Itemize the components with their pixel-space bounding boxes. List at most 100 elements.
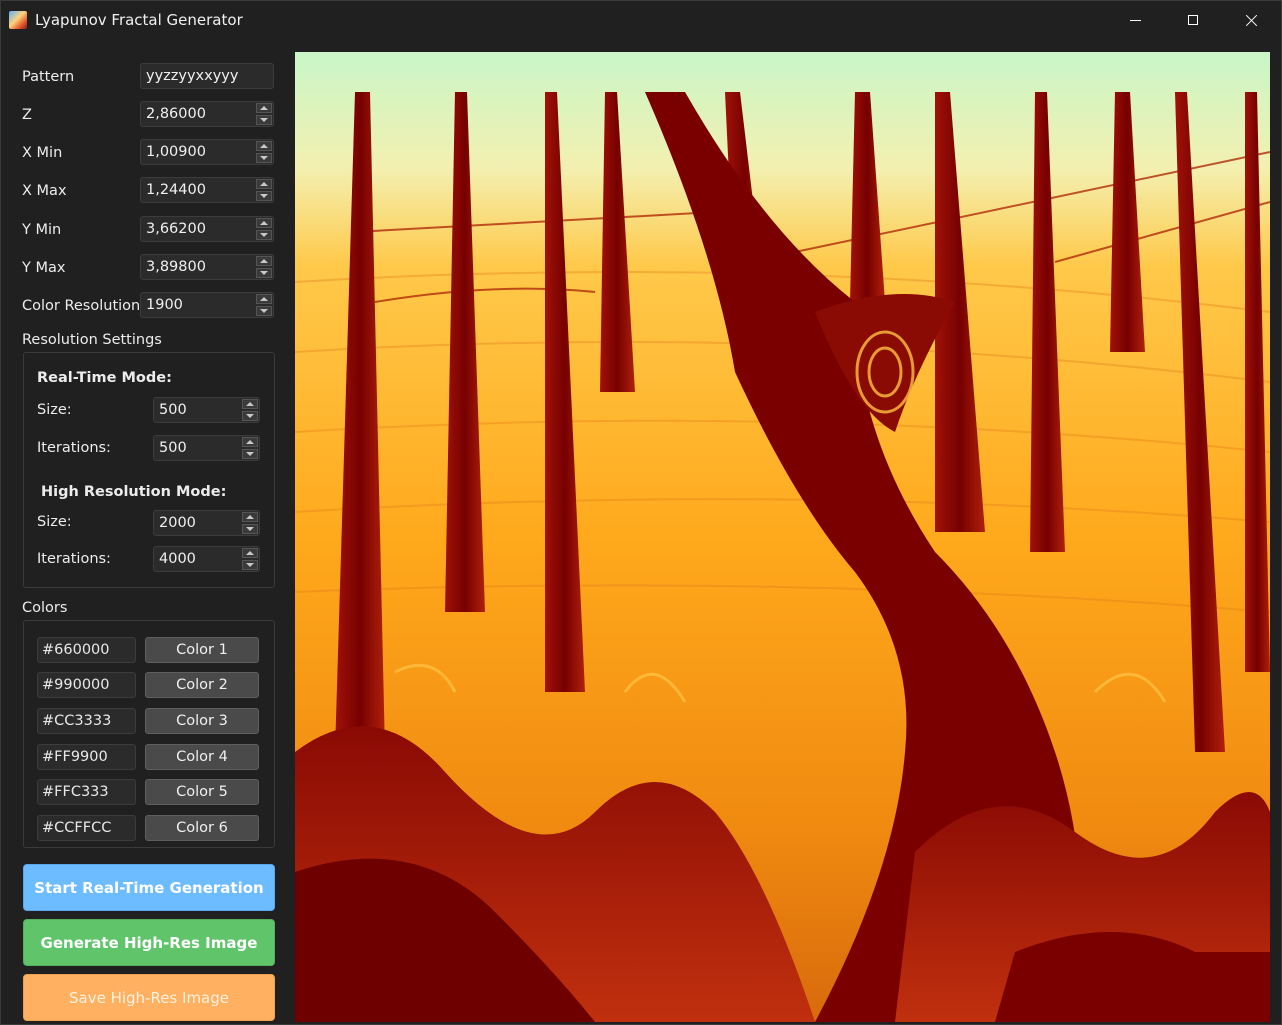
chevron-down-icon (260, 271, 268, 275)
chevron-down-icon (260, 309, 268, 313)
resolution-settings-heading: Resolution Settings (22, 332, 162, 348)
chevron-up-icon (260, 297, 268, 301)
chevron-down-icon (246, 414, 254, 418)
realtime-size-decrement-button[interactable] (242, 411, 258, 421)
chevron-up-icon (246, 515, 254, 519)
color-2-hex-input[interactable]: #990000 (37, 672, 136, 698)
color-6-button[interactable]: Color 6 (145, 815, 259, 841)
color-2-button[interactable]: Color 2 (145, 672, 259, 698)
color-4-hex: #FF9900 (42, 749, 108, 765)
realtime-iterations-decrement-button[interactable] (242, 449, 258, 459)
y-max-increment-button[interactable] (256, 256, 272, 266)
y-min-stepper[interactable] (256, 218, 272, 240)
maximize-button[interactable] (1164, 1, 1222, 39)
x-max-label: X Max (22, 183, 67, 199)
highres-iterations-stepper[interactable] (242, 548, 258, 570)
chevron-up-icon (260, 182, 268, 186)
color-resolution-value: 1900 (146, 297, 183, 313)
x-max-increment-button[interactable] (256, 179, 272, 189)
y-min-label: Y Min (22, 222, 62, 238)
chevron-up-icon (260, 259, 268, 263)
color-1-hex-input[interactable]: #660000 (37, 637, 136, 663)
realtime-iterations-input[interactable]: 500 (153, 435, 260, 461)
realtime-iterations-increment-button[interactable] (242, 437, 258, 447)
color-resolution-input[interactable]: 1900 (140, 292, 274, 318)
color-resolution-increment-button[interactable] (256, 294, 272, 304)
z-value: 2,86000 (146, 106, 206, 122)
pattern-label: Pattern (22, 69, 75, 85)
color-3-button[interactable]: Color 3 (145, 708, 259, 734)
color-2-hex: #990000 (42, 677, 110, 693)
realtime-iterations-label: Iterations: (37, 440, 111, 456)
x-min-stepper[interactable] (256, 141, 272, 163)
realtime-iterations-stepper[interactable] (242, 437, 258, 459)
save-highres-button[interactable]: Save High-Res Image (23, 974, 275, 1021)
chevron-up-icon (260, 221, 268, 225)
color-3-hex: #CC3333 (42, 713, 112, 729)
fractal-image[interactable] (295, 52, 1270, 1022)
y-min-increment-button[interactable] (256, 218, 272, 228)
y-max-value: 3,89800 (146, 259, 206, 275)
app-window: Lyapunov Fractal Generator Pattern yyzzy… (0, 0, 1282, 1025)
minimize-button[interactable] (1106, 1, 1164, 39)
window-title: Lyapunov Fractal Generator (35, 11, 243, 29)
highres-iterations-decrement-button[interactable] (242, 560, 258, 570)
color-resolution-label: Color Resolution (22, 298, 141, 314)
x-min-decrement-button[interactable] (256, 153, 272, 163)
x-min-input[interactable]: 1,00900 (140, 139, 274, 165)
realtime-size-stepper[interactable] (242, 399, 258, 421)
highres-size-stepper[interactable] (242, 512, 258, 534)
z-input[interactable]: 2,86000 (140, 101, 274, 127)
realtime-size-input[interactable]: 500 (153, 397, 260, 423)
color-5-hex: #FFC333 (42, 784, 109, 800)
title-bar[interactable]: Lyapunov Fractal Generator (1, 1, 1281, 39)
color-5-hex-input[interactable]: #FFC333 (37, 779, 136, 805)
highres-size-value: 2000 (159, 515, 196, 531)
z-stepper[interactable] (256, 103, 272, 125)
x-max-input[interactable]: 1,24400 (140, 177, 274, 203)
highres-iterations-label: Iterations: (37, 551, 111, 567)
x-max-decrement-button[interactable] (256, 191, 272, 201)
highres-mode-heading: High Resolution Mode: (41, 484, 227, 500)
color-4-hex-input[interactable]: #FF9900 (37, 744, 136, 770)
x-min-increment-button[interactable] (256, 141, 272, 151)
chevron-up-icon (246, 551, 254, 555)
chevron-down-icon (246, 527, 254, 531)
fractal-render (295, 52, 1270, 1022)
highres-size-decrement-button[interactable] (242, 524, 258, 534)
x-max-stepper[interactable] (256, 179, 272, 201)
realtime-mode-heading: Real-Time Mode: (37, 370, 172, 386)
highres-iterations-input[interactable]: 4000 (153, 546, 260, 572)
highres-iterations-increment-button[interactable] (242, 548, 258, 558)
color-6-hex-input[interactable]: #CCFFCC (37, 815, 136, 841)
close-button[interactable] (1222, 1, 1280, 39)
color-1-hex: #660000 (42, 642, 110, 658)
color-4-button[interactable]: Color 4 (145, 744, 259, 770)
colors-heading: Colors (22, 600, 68, 616)
color-3-hex-input[interactable]: #CC3333 (37, 708, 136, 734)
realtime-size-increment-button[interactable] (242, 399, 258, 409)
x-min-value: 1,00900 (146, 144, 206, 160)
chevron-up-icon (246, 440, 254, 444)
x-min-label: X Min (22, 145, 63, 161)
y-min-input[interactable]: 3,66200 (140, 216, 274, 242)
minimize-icon (1129, 19, 1141, 21)
highres-size-increment-button[interactable] (242, 512, 258, 522)
generate-highres-button[interactable]: Generate High-Res Image (23, 919, 275, 966)
color-5-button[interactable]: Color 5 (145, 779, 259, 805)
color-resolution-stepper[interactable] (256, 294, 272, 316)
z-increment-button[interactable] (256, 103, 272, 113)
chevron-down-icon (246, 452, 254, 456)
y-max-input[interactable]: 3,89800 (140, 254, 274, 280)
y-max-stepper[interactable] (256, 256, 272, 278)
start-realtime-button[interactable]: Start Real-Time Generation (23, 864, 275, 911)
z-decrement-button[interactable] (256, 115, 272, 125)
pattern-input[interactable]: yyzzyyxxyyy (140, 63, 274, 89)
color-1-button[interactable]: Color 1 (145, 637, 259, 663)
y-min-decrement-button[interactable] (256, 230, 272, 240)
color-resolution-decrement-button[interactable] (256, 306, 272, 316)
highres-size-input[interactable]: 2000 (153, 510, 260, 536)
chevron-down-icon (260, 156, 268, 160)
y-max-decrement-button[interactable] (256, 268, 272, 278)
y-max-label: Y Max (22, 260, 66, 276)
